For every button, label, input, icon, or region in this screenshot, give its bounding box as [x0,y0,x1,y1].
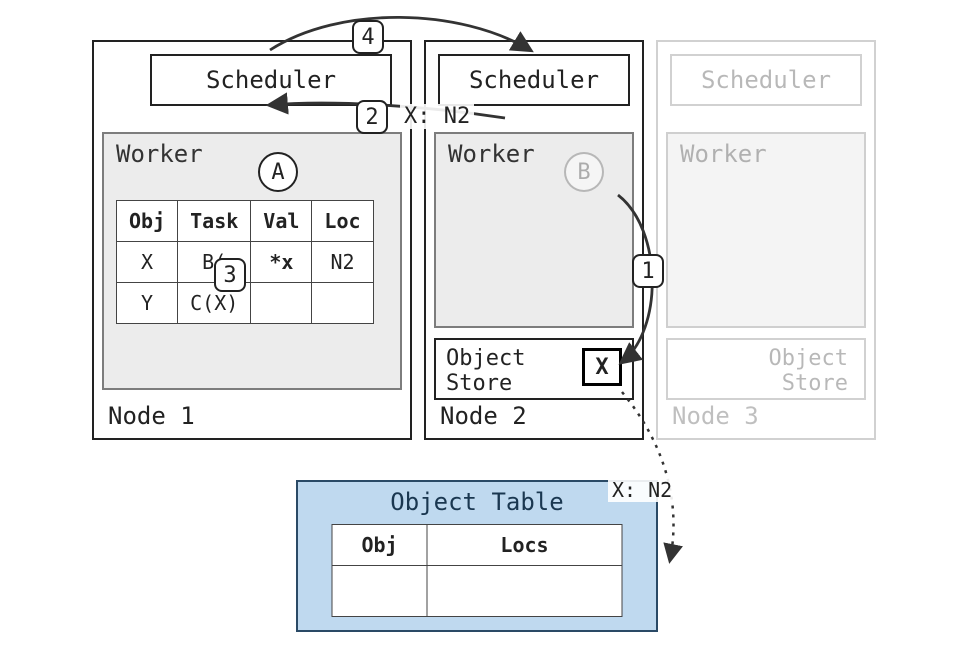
worker-table-row: Y C(X) [117,283,374,324]
wt-r0-loc: N2 [312,242,373,283]
wt-h-loc: Loc [312,201,373,242]
node-3-scheduler: Scheduler [670,54,862,106]
object-table-header-row: Obj Locs [332,525,622,566]
node-2-worker: Worker [434,132,634,328]
wt-r0-val: *x [251,242,312,283]
step-3-badge: 3 [214,258,246,292]
node-2-worker-label: Worker [448,140,535,168]
node-3-label: Node 3 [672,402,759,430]
wt-h-task: Task [178,201,251,242]
node-3-worker: Worker [666,132,866,328]
wt-h-obj: Obj [117,201,178,242]
worker-b-badge: B [564,152,604,192]
wt-h-val: Val [251,201,312,242]
object-table-title: Object Table [298,482,656,524]
node-1-label: Node 1 [108,402,195,430]
annotation-arrow-2: X: N2 [400,104,474,129]
node-2-label: Node 2 [440,402,527,430]
ot-h-obj: Obj [332,525,427,566]
object-store-label-ghost: Object Store [769,346,848,397]
object-store-item-x: X [582,348,622,386]
worker-table-header-row: Obj Task Val Loc [117,201,374,242]
node-1-worker-label: Worker [116,140,203,168]
node-3-object-store: Object Store [666,338,866,400]
step-2-badge: 2 [356,100,388,134]
ot-h-locs: Locs [427,525,622,566]
node-1-scheduler: Scheduler [150,54,392,106]
step-1-badge: 1 [632,254,664,288]
wt-r0-obj: X [117,242,178,283]
node-3-worker-label: Worker [680,140,767,168]
ot-r0-locs [427,566,622,617]
wt-r1-obj: Y [117,283,178,324]
node-2-scheduler: Scheduler [438,54,630,106]
wt-r1-val [251,283,312,324]
wt-r1-loc [312,283,373,324]
object-table-panel: Object Table Obj Locs [296,480,658,632]
object-table-row [332,566,622,617]
annotation-store-arrow: X: N2 [608,478,676,502]
diagram-stage: Node 1 Scheduler Worker A Obj Task Val L… [0,0,977,658]
object-table: Obj Locs [332,524,623,617]
ot-r0-obj [332,566,427,617]
step-4-badge: 4 [352,20,384,54]
worker-a-badge: A [258,152,298,192]
object-store-label: Object Store [446,346,525,397]
